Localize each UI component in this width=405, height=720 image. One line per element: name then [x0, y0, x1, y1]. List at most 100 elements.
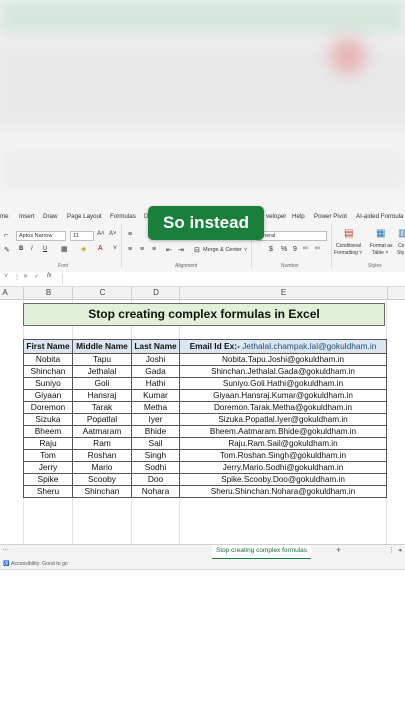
- enter-icon[interactable]: ✓: [34, 273, 39, 280]
- conditional-formatting-icon[interactable]: ▤: [344, 228, 353, 239]
- tab-help[interactable]: Help: [292, 213, 305, 220]
- column-header-e[interactable]: E: [179, 287, 388, 299]
- first-name-cell[interactable]: Bheem: [23, 425, 73, 438]
- column-header-d[interactable]: D: [131, 287, 180, 299]
- last-name-cell[interactable]: Sodhi: [131, 461, 180, 474]
- align-left-icon[interactable]: ≡: [128, 246, 132, 253]
- fill-color-icon[interactable]: ◈: [81, 245, 86, 253]
- font-name-select[interactable]: Aptos Narrow: [16, 231, 66, 241]
- cell-styles-icon[interactable]: ▥: [398, 228, 405, 239]
- first-name-cell[interactable]: Spike: [23, 473, 73, 486]
- tab-draw[interactable]: Draw: [43, 213, 57, 220]
- last-name-cell[interactable]: Doo: [131, 473, 180, 486]
- tab-formulas[interactable]: Formulas: [110, 213, 136, 220]
- email-cell[interactable]: Sheru.Shinchan.Nohara@gokuldham.in: [179, 485, 387, 498]
- email-cell[interactable]: Shinchan.Jethalal.Gada@gokuldham.in: [179, 365, 387, 378]
- currency-button[interactable]: $: [269, 246, 273, 253]
- column-header-b[interactable]: B: [23, 287, 73, 299]
- sheet-title[interactable]: Stop creating complex formulas in Excel: [23, 303, 385, 326]
- accessibility-icon[interactable]: ♿: [3, 559, 9, 569]
- merge-dropdown-icon[interactable]: ˅: [244, 247, 247, 253]
- middle-name-cell[interactable]: Ram: [72, 437, 132, 450]
- middle-name-cell[interactable]: Roshan: [72, 449, 132, 462]
- middle-name-cell[interactable]: Hansraj: [72, 389, 132, 402]
- format-painter-icon[interactable]: ✎: [4, 246, 10, 254]
- last-name-cell[interactable]: Joshi: [131, 353, 180, 366]
- last-name-cell[interactable]: Nohara: [131, 485, 180, 498]
- conditional-formatting-line2[interactable]: Formatting ˅: [334, 250, 362, 256]
- borders-icon[interactable]: ▦: [61, 245, 68, 253]
- first-name-cell[interactable]: Tom: [23, 449, 73, 462]
- middle-name-cell[interactable]: Goli: [72, 377, 132, 390]
- header-first-name[interactable]: First Name: [23, 339, 73, 354]
- first-name-cell[interactable]: Suniyo: [23, 377, 73, 390]
- align-center-icon[interactable]: ≡: [140, 246, 144, 253]
- last-name-cell[interactable]: Hathi: [131, 377, 180, 390]
- middle-name-cell[interactable]: Popatlal: [72, 413, 132, 426]
- align-top-icon[interactable]: ≡: [128, 231, 132, 238]
- tab-page-layout[interactable]: Page Layout: [67, 213, 102, 220]
- email-cell[interactable]: Tom.Roshan.Singh@gokuldham.in: [179, 449, 387, 462]
- header-email[interactable]: Email Id Ex:- Jethalal.champak.lal@gokul…: [179, 339, 387, 354]
- first-name-cell[interactable]: Doremon: [23, 401, 73, 414]
- last-name-cell[interactable]: Gada: [131, 365, 180, 378]
- email-cell[interactable]: Suniyo.Goli.Hathi@gokuldham.in: [179, 377, 387, 390]
- accessibility-status[interactable]: Accessibility: Good to go: [11, 559, 68, 569]
- decrease-decimal-icon[interactable]: ⁰⁰: [315, 246, 320, 253]
- tab-home[interactable]: me: [0, 213, 9, 220]
- first-name-cell[interactable]: Shinchan: [23, 365, 73, 378]
- email-cell[interactable]: Doremon.Tarak.Metha@gokuldham.in: [179, 401, 387, 414]
- email-cell[interactable]: Raju.Ram.Sail@gokuldham.in: [179, 437, 387, 450]
- merge-icon[interactable]: ⊟: [194, 246, 200, 254]
- first-name-cell[interactable]: Giyaan: [23, 389, 73, 402]
- insert-function-button[interactable]: fx: [47, 273, 52, 279]
- middle-name-cell[interactable]: Scooby: [72, 473, 132, 486]
- shrink-font-button[interactable]: A˅: [109, 231, 117, 237]
- first-name-cell[interactable]: Raju: [23, 437, 73, 450]
- email-cell[interactable]: Spike.Scooby.Doo@gokuldham.in: [179, 473, 387, 486]
- grow-font-button[interactable]: A˄: [97, 231, 105, 237]
- email-cell[interactable]: Sizuka.Popatlal.Iyer@gokuldham.in: [179, 413, 387, 426]
- cell-styles-line1[interactable]: Ce: [398, 243, 404, 249]
- first-name-cell[interactable]: Sizuka: [23, 413, 73, 426]
- font-color-icon[interactable]: A: [98, 245, 103, 252]
- email-cell[interactable]: Nobita.Tapu.Joshi@gokuldham.in: [179, 353, 387, 366]
- column-header-c[interactable]: C: [72, 287, 132, 299]
- email-cell[interactable]: Jerry.Mario.Sodhi@gokuldham.in: [179, 461, 387, 474]
- last-name-cell[interactable]: Bhide: [131, 425, 180, 438]
- middle-name-cell[interactable]: Shinchan: [72, 485, 132, 498]
- header-last-name[interactable]: Last Name: [131, 339, 180, 354]
- bold-button[interactable]: B: [19, 246, 23, 252]
- last-name-cell[interactable]: Iyer: [131, 413, 180, 426]
- tab-options-icon[interactable]: ⋮: [388, 546, 395, 554]
- merge-center-button[interactable]: Merge & Center: [203, 247, 242, 253]
- format-as-table-line1[interactable]: Format as: [370, 243, 393, 249]
- sheet-tab-active[interactable]: Stop creating complex formulas: [212, 545, 312, 560]
- more-sheets-icon[interactable]: ⋯: [2, 546, 9, 554]
- column-header-a[interactable]: A: [0, 287, 10, 299]
- middle-name-cell[interactable]: Mario: [72, 461, 132, 474]
- comma-button[interactable]: 9: [293, 246, 297, 253]
- header-middle-name[interactable]: Middle Name: [72, 339, 132, 354]
- wrap-icon[interactable]: ⌐: [4, 232, 8, 239]
- scroll-left-icon[interactable]: ◂: [398, 546, 402, 554]
- format-as-table-line2[interactable]: Table ˅: [372, 250, 388, 256]
- italic-button[interactable]: I: [31, 246, 33, 252]
- middle-name-cell[interactable]: Aatmaram: [72, 425, 132, 438]
- dropdown-icon[interactable]: ˅: [113, 245, 117, 252]
- middle-name-cell[interactable]: Tarak: [72, 401, 132, 414]
- formula-input[interactable]: [62, 273, 403, 284]
- last-name-cell[interactable]: Sail: [131, 437, 180, 450]
- last-name-cell[interactable]: Kumar: [131, 389, 180, 402]
- format-as-table-icon[interactable]: ▦: [376, 228, 385, 239]
- increase-decimal-icon[interactable]: ⁰⁰: [303, 246, 308, 253]
- worksheet-grid[interactable]: Stop creating complex formulas in Excel …: [0, 300, 405, 544]
- first-name-cell[interactable]: Sheru: [23, 485, 73, 498]
- align-right-icon[interactable]: ≡: [152, 246, 156, 253]
- underline-button[interactable]: U: [43, 246, 47, 252]
- cancel-icon[interactable]: ✕: [23, 273, 28, 280]
- tab-developer[interactable]: veloper: [266, 213, 286, 220]
- last-name-cell[interactable]: Singh: [131, 449, 180, 462]
- increase-indent-icon[interactable]: ⇥: [178, 246, 184, 254]
- conditional-formatting-line1[interactable]: Conditional: [336, 243, 361, 249]
